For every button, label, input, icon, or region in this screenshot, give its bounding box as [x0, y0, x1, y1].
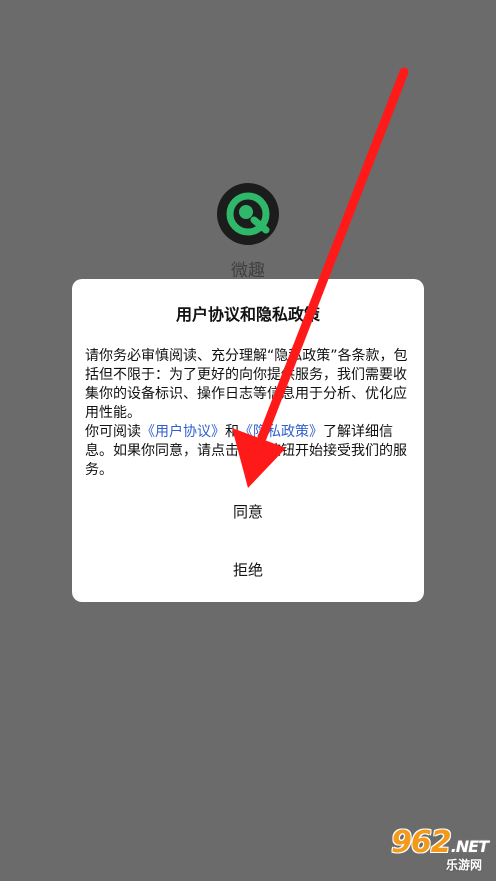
dialog-paragraph-2: 你可阅读《用户协议》和《隐私政策》了解详细信息。如果你同意，请点击下面按钮开始接…	[85, 423, 411, 480]
user-agreement-link[interactable]: 《用户协议》	[141, 424, 225, 440]
watermark-site-name: 乐游网	[445, 858, 482, 872]
watermark-domain: .NET	[450, 837, 489, 856]
reject-button[interactable]: 拒绝	[72, 551, 424, 588]
agree-button[interactable]: 同意	[72, 493, 424, 530]
watermark-number: 962	[391, 825, 452, 860]
app-logo-icon	[216, 182, 280, 246]
dialog-title: 用户协议和隐私政策	[175, 305, 320, 324]
paragraph-2-and: 和	[225, 424, 239, 440]
paragraph-2-prefix: 你可阅读	[85, 424, 141, 440]
watermark-logo: 962.NET	[391, 825, 489, 860]
privacy-dialog: 用户协议和隐私政策 请你务必审慎阅读、充分理解“隐私政策”各条款，包括但不限于：…	[72, 279, 424, 602]
dialog-paragraph-1: 请你务必审慎阅读、充分理解“隐私政策”各条款，包括但不限于：为了更好的向你提供服…	[85, 348, 408, 421]
privacy-policy-link[interactable]: 《隐私政策》	[239, 424, 323, 440]
app-name: 微趣	[231, 261, 265, 281]
site-watermark: 962.NET 乐游网	[356, 825, 489, 873]
dialog-body: 请你务必审慎阅读、充分理解“隐私政策”各条款，包括但不限于：为了更好的向你提供服…	[85, 347, 411, 480]
